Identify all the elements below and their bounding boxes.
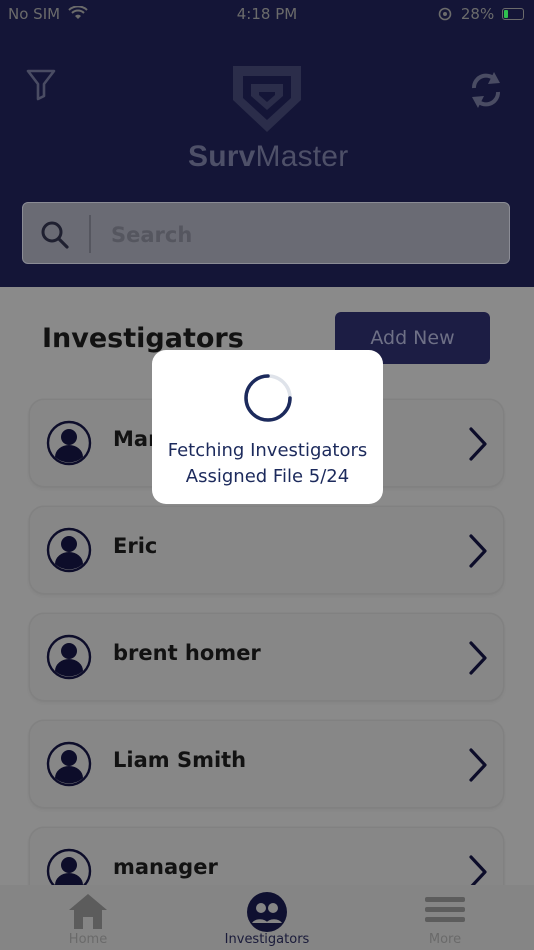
user-avatar-icon [46,634,92,680]
investigators-icon [247,892,287,932]
chevron-right-icon [469,534,487,568]
tab-label: Home [68,932,108,947]
menu-icon [425,897,465,922]
loading-message-line1: Fetching Investigators [167,440,368,461]
tab-investigators[interactable]: Investigators [197,885,337,950]
loading-dialog: Fetching Investigators Assigned File 5/2… [152,350,383,504]
investigator-name: Liam Smith [113,748,247,772]
user-avatar-icon [46,741,92,787]
loading-message: Fetching Investigators Assigned File 5/2… [152,438,383,490]
tab-label: More [428,932,462,947]
filter-icon[interactable] [24,66,58,102]
search-input[interactable] [109,217,493,253]
tab-home[interactable]: Home [18,885,158,950]
search-divider [89,215,91,253]
search-bar[interactable] [22,202,510,264]
chevron-right-icon [469,748,487,782]
logo-text: SurvMaster [188,140,349,174]
tab-more[interactable]: More [375,885,515,950]
chevron-right-icon [469,641,487,675]
status-bar: No SIM 4:18 PM 28% [0,0,534,28]
orientation-lock-icon [438,7,452,21]
app-screen: No SIM 4:18 PM 28% SurvMaster Search Inv… [0,0,534,950]
chevron-right-icon [469,427,487,461]
logo-text-bold: Surv [188,140,256,173]
list-item-investigator[interactable]: Eric [30,507,503,593]
tab-bar: Home Investigators More [0,885,534,950]
battery-icon [502,8,524,20]
shield-icon [233,66,301,132]
logo-text-light: Master [255,140,349,173]
user-avatar-icon [46,848,92,885]
loading-message-line2: Assigned File 5/24 [185,466,350,487]
sync-icon[interactable] [466,64,506,116]
list-item-investigator[interactable]: brent homer [30,614,503,700]
list-item-investigator[interactable]: manager [30,828,503,885]
user-avatar-icon [46,420,92,466]
status-right: 28% [438,5,524,23]
list-item-investigator[interactable]: Liam Smith [30,721,503,807]
tab-label: Investigators [224,932,310,947]
loading-spinner-icon [244,374,292,422]
home-icon [69,894,107,929]
user-avatar-icon [46,527,92,573]
investigator-name: brent homer [113,641,261,665]
search-icon [41,221,69,249]
battery-percent: 28% [460,5,495,23]
investigator-name: manager [113,855,218,879]
header: No SIM 4:18 PM 28% SurvMaster Search [0,0,534,287]
chevron-right-icon [469,855,487,885]
investigator-name: Eric [113,534,158,558]
survmaster-logo: SurvMaster [188,62,349,174]
